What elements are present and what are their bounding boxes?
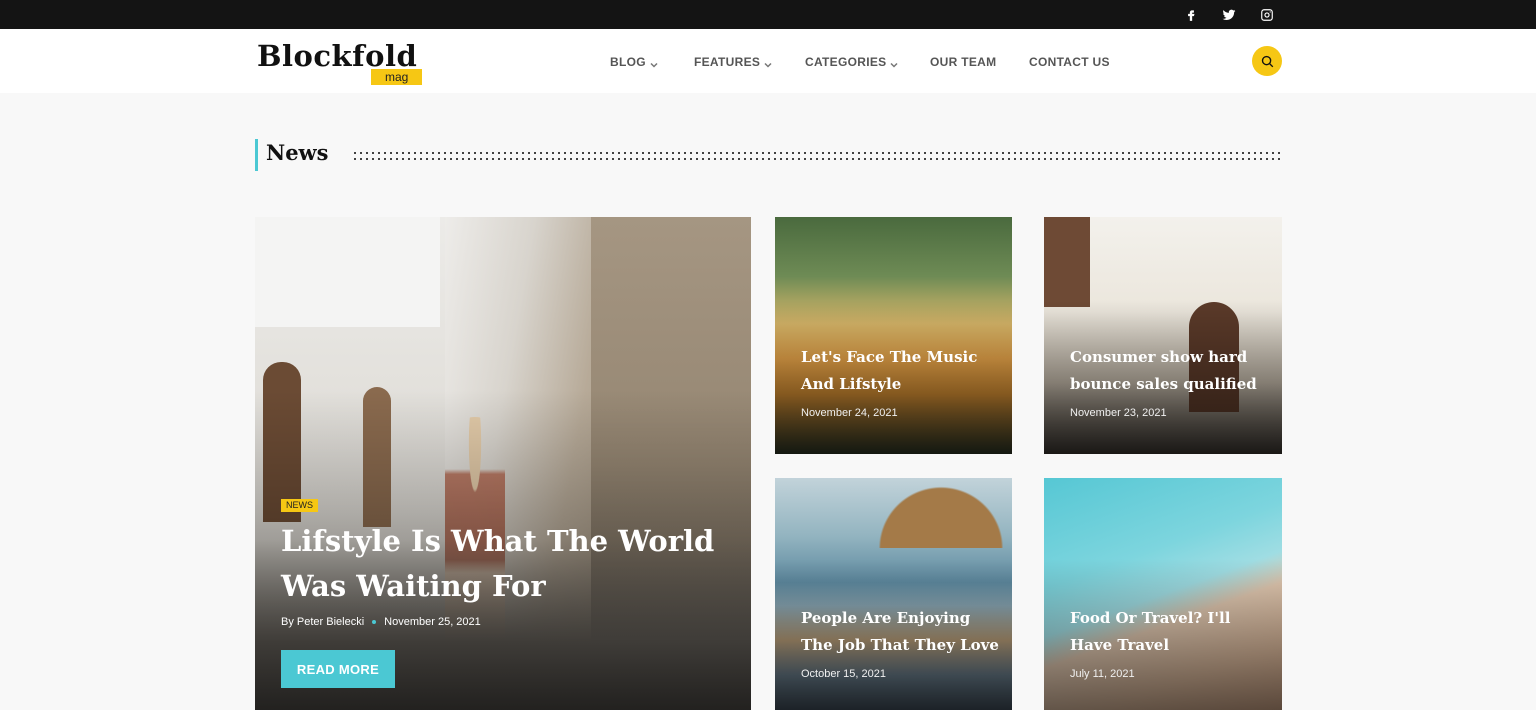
- featured-post-card[interactable]: NEWS Lifstyle Is What The World Was Wait…: [255, 217, 751, 710]
- post-author[interactable]: By Peter Bielecki: [281, 616, 364, 628]
- twitter-icon[interactable]: [1221, 7, 1237, 23]
- post-card[interactable]: Consumer show hard bounce sales qualifie…: [1044, 217, 1282, 454]
- logo-name: Blockfold: [257, 39, 418, 73]
- meta-separator-dot: [372, 620, 377, 624]
- post-title[interactable]: Food Or Travel? I'll Have Travel: [1070, 605, 1270, 659]
- nav-our-team[interactable]: OUR TEAM: [930, 55, 996, 69]
- section-divider-dots: [352, 150, 1282, 162]
- post-meta: By Peter Bielecki November 25, 2021: [281, 616, 481, 628]
- section-title: News: [266, 140, 329, 165]
- post-title[interactable]: Let's Face The Music And Lifstyle: [801, 344, 1001, 398]
- site-logo[interactable]: Blockfold mag: [257, 39, 427, 87]
- post-card[interactable]: Let's Face The Music And Lifstyle Novemb…: [775, 217, 1012, 454]
- nav-label: BLOG: [610, 55, 646, 69]
- instagram-icon[interactable]: [1259, 7, 1275, 23]
- nav-label: OUR TEAM: [930, 55, 997, 69]
- post-date: October 15, 2021: [801, 668, 887, 680]
- post-date: November 25, 2021: [384, 616, 481, 628]
- section-accent-bar: [255, 139, 258, 171]
- nav-features[interactable]: FEATURES: [694, 55, 772, 69]
- category-badge[interactable]: NEWS: [281, 499, 318, 512]
- chevron-down-icon: [650, 58, 658, 68]
- post-date: November 24, 2021: [801, 407, 898, 419]
- site-header: Blockfold mag BLOG FEATURES CATEGORIES O…: [0, 29, 1536, 93]
- post-date: November 23, 2021: [1070, 407, 1167, 419]
- read-more-button[interactable]: READ MORE: [281, 650, 395, 688]
- facebook-icon[interactable]: [1183, 7, 1199, 23]
- search-button[interactable]: [1252, 46, 1282, 76]
- nav-label: CATEGORIES: [805, 55, 887, 69]
- featured-post-title[interactable]: Lifstyle Is What The World Was Waiting F…: [281, 519, 721, 609]
- post-title[interactable]: People Are Enjoying The Job That They Lo…: [801, 605, 1001, 659]
- chevron-down-icon: [764, 58, 772, 68]
- post-card[interactable]: People Are Enjoying The Job That They Lo…: [775, 478, 1012, 710]
- search-icon: [1261, 55, 1273, 67]
- logo-sub: mag: [371, 69, 423, 85]
- post-date: July 11, 2021: [1070, 668, 1135, 680]
- post-card[interactable]: Food Or Travel? I'll Have Travel July 11…: [1044, 478, 1282, 710]
- nav-label: CONTACT US: [1029, 55, 1110, 69]
- nav-blog[interactable]: BLOG: [610, 55, 658, 69]
- post-title[interactable]: Consumer show hard bounce sales qualifie…: [1070, 344, 1270, 398]
- top-bar: [0, 0, 1536, 29]
- nav-contact-us[interactable]: CONTACT US: [1029, 55, 1110, 69]
- nav-categories[interactable]: CATEGORIES: [805, 55, 898, 69]
- chevron-down-icon: [890, 58, 898, 68]
- nav-label: FEATURES: [694, 55, 761, 69]
